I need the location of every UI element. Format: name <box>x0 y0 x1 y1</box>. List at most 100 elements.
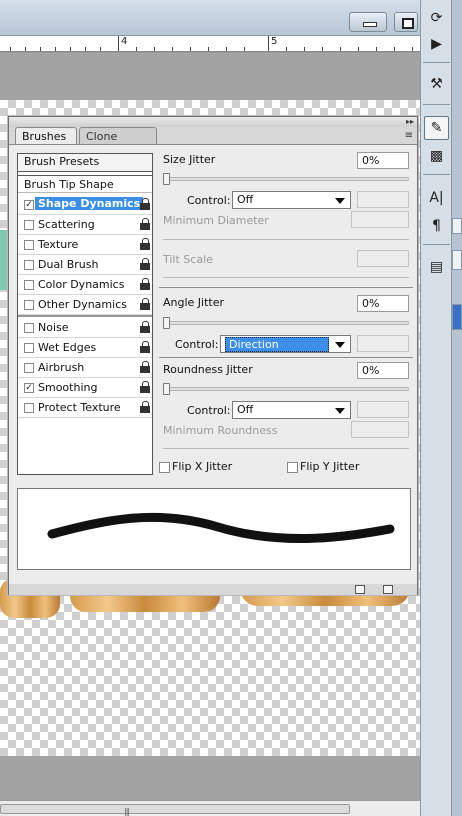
option-noise[interactable]: Noise <box>18 318 152 338</box>
angle-control-select[interactable]: Direction <box>220 335 351 353</box>
artwork-teal <box>0 230 8 290</box>
collapse-icon[interactable]: ▸▸ <box>406 117 414 126</box>
layer-comps-icon[interactable]: ▤ <box>424 255 449 279</box>
maximize-button[interactable] <box>394 12 418 32</box>
flip-x-label: Flip X Jitter <box>172 460 233 473</box>
option-label: Dual Brush <box>38 258 99 271</box>
option-airbrush[interactable]: Airbrush <box>18 358 152 378</box>
lock-icon[interactable] <box>140 218 150 231</box>
clone-source-icon[interactable]: ▩ <box>424 144 449 168</box>
option-smoothing[interactable]: ✓ Smoothing <box>18 378 152 398</box>
lock-icon[interactable] <box>140 401 150 414</box>
canvas-pasteboard <box>0 53 420 100</box>
slider-thumb[interactable] <box>163 383 170 395</box>
roundness-jitter-slider[interactable] <box>163 383 409 395</box>
paragraph-panel-icon[interactable]: ¶ <box>424 214 449 238</box>
panel-dock: ⟳ ▶ ⚒ ✎ ▩ A| ¶ ▤ <box>420 0 452 816</box>
angle-jitter-field[interactable]: 0% <box>357 295 409 312</box>
slider-track-disabled <box>163 277 409 278</box>
lock-icon[interactable] <box>140 341 150 354</box>
flip-y-label: Flip Y Jitter <box>300 460 360 473</box>
option-label: Protect Texture <box>38 401 121 414</box>
slider-thumb[interactable] <box>163 317 170 329</box>
option-label: Wet Edges <box>38 341 97 354</box>
minimize-button[interactable] <box>349 12 387 32</box>
tab-clone-source[interactable]: Clone Source <box>79 127 157 156</box>
size-jitter-field[interactable]: 0% <box>357 152 409 169</box>
brush-presets-item[interactable]: Brush Presets <box>18 154 152 172</box>
angle-control-value: Direction <box>225 337 329 352</box>
strip-segment <box>452 218 462 234</box>
brush-settings-list: Brush Presets Brush Tip Shape ✓ Shape Dy… <box>17 153 153 475</box>
checkbox-protect-texture[interactable] <box>24 403 34 413</box>
panel-menu-icon[interactable]: ≡ <box>405 130 413 141</box>
horizontal-ruler: 4 5 <box>0 36 420 52</box>
checkbox-wet-edges[interactable] <box>24 343 34 353</box>
horizontal-scrollbar[interactable]: ||| <box>0 800 420 816</box>
option-color-dynamics[interactable]: Color Dynamics <box>18 275 152 295</box>
minimum-roundness-field <box>351 421 409 438</box>
angle-control-field <box>357 335 409 352</box>
tab-brushes[interactable]: Brushes × <box>15 127 77 156</box>
trash-icon[interactable] <box>383 585 393 594</box>
option-label: Noise <box>38 321 69 334</box>
scrollbar-thumb[interactable]: ||| <box>0 804 350 816</box>
lock-icon[interactable] <box>140 258 150 271</box>
roundness-jitter-field[interactable]: 0% <box>357 362 409 379</box>
size-control-value: Off <box>237 193 254 206</box>
minimum-diameter-field <box>351 211 409 228</box>
lock-icon[interactable] <box>140 361 150 374</box>
roundness-control-field <box>357 401 409 418</box>
scrollbar-grip: ||| <box>124 807 130 816</box>
new-brush-icon[interactable] <box>355 585 365 594</box>
size-control-field <box>357 191 409 208</box>
flip-y-checkbox[interactable] <box>287 462 298 473</box>
checkbox-noise[interactable] <box>24 323 34 333</box>
brushes-panel-icon[interactable]: ✎ <box>424 116 449 140</box>
ruler-label-5: 5 <box>271 36 278 47</box>
option-label: Airbrush <box>38 361 85 374</box>
roundness-control-select[interactable]: Off <box>232 401 351 419</box>
lock-icon[interactable] <box>140 238 150 251</box>
option-protect-texture[interactable]: Protect Texture <box>18 398 152 418</box>
checkbox-smoothing[interactable]: ✓ <box>24 383 34 393</box>
checkbox-texture[interactable] <box>24 240 34 250</box>
tool-presets-icon[interactable]: ⚒ <box>424 72 449 96</box>
brush-tip-shape-label: Brush Tip Shape <box>24 178 114 191</box>
brush-tip-shape-item[interactable]: Brush Tip Shape <box>18 175 152 193</box>
checkbox-shape-dynamics[interactable]: ✓ <box>24 200 34 210</box>
option-texture[interactable]: Texture <box>18 235 152 255</box>
roundness-control-label: Control: <box>187 404 231 417</box>
actions-play-icon[interactable]: ▶ <box>424 32 449 56</box>
section-divider <box>159 287 413 288</box>
lock-icon[interactable] <box>140 321 150 334</box>
lock-icon[interactable] <box>140 278 150 291</box>
checkbox-dual-brush[interactable] <box>24 260 34 270</box>
option-shape-dynamics[interactable]: ✓ Shape Dynamics <box>18 195 152 215</box>
option-scattering[interactable]: Scattering <box>18 215 152 235</box>
panel-title-bar[interactable]: ▸▸ <box>9 117 417 127</box>
lock-icon[interactable] <box>140 381 150 394</box>
option-wet-edges[interactable]: Wet Edges <box>18 338 152 358</box>
size-jitter-slider[interactable] <box>163 173 409 185</box>
option-label: Smoothing <box>38 381 98 394</box>
angle-jitter-slider[interactable] <box>163 317 409 329</box>
slider-thumb[interactable] <box>163 173 170 185</box>
ruler-label-4: 4 <box>121 36 128 47</box>
character-panel-icon[interactable]: A| <box>424 186 449 210</box>
lock-icon[interactable] <box>140 198 150 211</box>
panel-body: Brush Presets Brush Tip Shape ✓ Shape Dy… <box>9 144 417 584</box>
option-other-dynamics[interactable]: Other Dynamics <box>18 295 152 315</box>
checkbox-other-dynamics[interactable] <box>24 300 34 310</box>
checkbox-scattering[interactable] <box>24 220 34 230</box>
history-icon[interactable]: ⟳ <box>424 6 449 30</box>
checkbox-airbrush[interactable] <box>24 363 34 373</box>
size-control-select[interactable]: Off <box>232 191 351 209</box>
option-label: Texture <box>38 238 79 251</box>
lock-icon[interactable] <box>140 298 150 311</box>
flip-x-checkbox[interactable] <box>159 462 170 473</box>
slider-track-disabled <box>163 239 409 240</box>
strip-segment-active <box>452 304 462 330</box>
option-dual-brush[interactable]: Dual Brush <box>18 255 152 275</box>
checkbox-color-dynamics[interactable] <box>24 280 34 290</box>
